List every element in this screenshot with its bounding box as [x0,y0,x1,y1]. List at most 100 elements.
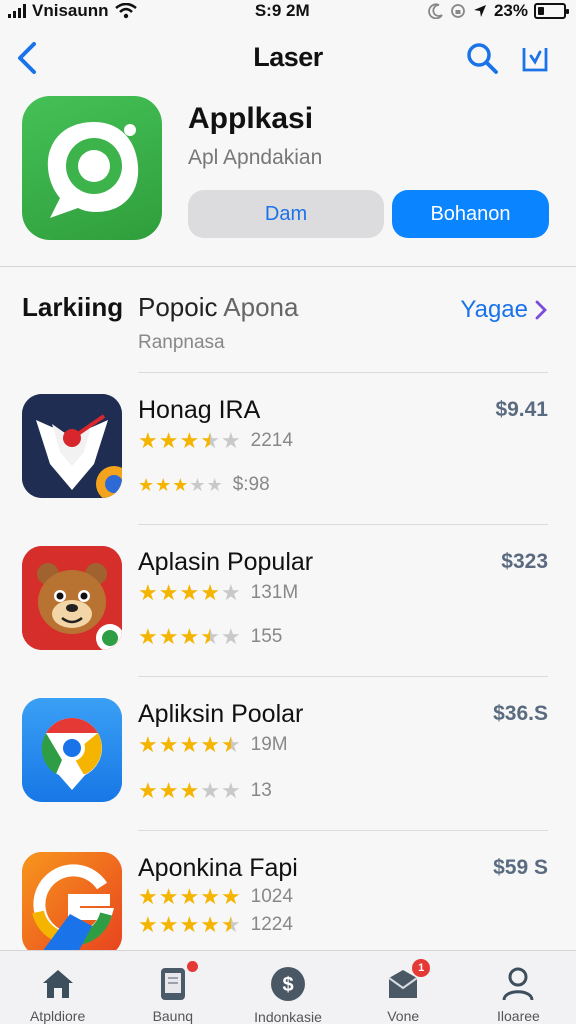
star-icon: ★ [158,778,179,803]
star-icon: ★ [179,884,200,909]
tab-label: Iloaree [497,1008,540,1024]
dollar-coin-icon: $ [269,965,307,1003]
see-all-link[interactable]: Yagae [460,296,548,324]
tab-label: Indonkasie [254,1009,322,1024]
star-icon: ★ [138,624,158,649]
wifi-icon [114,3,137,19]
rating-row: ★ ★ ★ ★ ★ 19M [138,734,288,756]
rating-count: $:98 [232,474,270,495]
battery-percent: 23% [493,1,528,20]
rating-count: 2214 [250,430,293,451]
star-icon: ★ [138,912,158,937]
star-icon: ★ [206,475,223,495]
star-icon: ★ [138,475,155,495]
home-icon [39,965,77,1002]
tab-bar: Atpldiore Baunq $ Indonkasie 1 Vone Iloa… [0,950,576,1024]
star-icon: ★ [200,884,220,909]
star-icon: ★ [179,778,200,803]
chevron-right-icon [535,300,547,320]
price-label: $36.S [493,702,548,725]
rating-row: ★ ★ ★ ★ ★ 131M [138,582,298,604]
star-icon: ★ [138,732,158,757]
clock: S:9 2M [254,1,310,20]
star-icon: ★ [138,580,158,605]
star-icon: ★ [220,580,241,605]
star-icon: ★ [179,428,200,453]
share-icon[interactable] [520,42,550,74]
star-icon: ★ [179,580,200,605]
tab-label: Baunq [152,1008,194,1024]
cellular-signal-icon [8,4,26,18]
star-icon: ★ [138,884,158,909]
star-icon: ★ [220,778,241,803]
row-divider [138,830,548,831]
header-divider [0,266,576,267]
section-header: Larkiing Popoic Apona Ranpnasa Yagae [0,280,576,372]
star-icon: ★ [200,912,220,937]
app-chat-icon [22,96,162,240]
star-icon: ★ [220,912,241,937]
star-icon: ★ [158,580,179,605]
star-icon: ★ [158,428,179,453]
star-icon: ★ [220,428,241,453]
star-icon: ★ [220,732,241,757]
rating-row: ★ ★ ★ ★ ★ 1224 [138,914,293,936]
row-divider [138,676,548,677]
star-icon: ★ [158,884,179,909]
section-title-muted: Apona [223,292,299,322]
rating-count: 13 [250,780,272,801]
svg-text:$: $ [282,974,293,996]
star-rating: ★ ★ ★ ★ ★ [138,734,241,756]
star-icon: ★ [179,912,200,937]
star-rating: ★ ★ ★ ★ ★ [138,582,241,604]
row-divider [138,372,548,373]
star-icon: ★ [200,778,220,803]
list-item[interactable]: Aplasin Popular $323 ★ ★ ★ ★ ★ 131M ★ ★ ★ ★ ★ 15… [0,524,576,676]
app-title: Apliksin Poolar [138,700,304,728]
star-icon: ★ [220,884,241,909]
rating-row: ★ ★ ★ ★ ★ $:98 [138,474,270,496]
star-icon: ★ [158,912,179,937]
star-icon: ★ [200,428,220,453]
shield-heart-icon [22,394,122,498]
tab-pay[interactable]: $ Indonkasie [230,951,345,1024]
price-label: $323 [501,550,548,573]
star-icon: ★ [200,624,220,649]
star-icon: ★ [155,475,172,495]
rating-count: 155 [250,626,283,647]
rating-count: 1024 [250,886,293,907]
secondary-action-button[interactable]: Dam [188,190,384,238]
rating-count: 19M [250,734,288,755]
app-title: Aplasin Popular [138,548,314,576]
list-item[interactable]: Honag IRA $9.41 ★ ★ ★ ★ ★ 2214 ★ ★ ★ ★ ★ $:98 [0,372,576,524]
app-name: Applkasi [188,102,314,135]
status-bar: Vnisaunn S:9 2M 23% [0,0,576,22]
tab-label: Atpldiore [29,1008,86,1024]
tab-apps[interactable]: Baunq [115,951,230,1024]
star-icon: ★ [158,624,179,649]
star-rating: ★ ★ ★ ★ ★ [138,914,241,936]
tab-home[interactable]: Atpldiore [0,951,115,1024]
google-g-icon [22,852,122,956]
chrome-icon [22,698,122,802]
tab-label: Vone [387,1008,420,1024]
tab-inbox[interactable]: 1 Vone [346,951,461,1024]
price-label: $9.41 [495,398,548,421]
star-icon: ★ [172,475,189,495]
get-button[interactable]: Bohanon [392,190,549,238]
tab-profile[interactable]: Iloaree [461,951,576,1024]
star-icon: ★ [179,732,200,757]
star-icon: ★ [220,624,241,649]
star-icon: ★ [189,475,206,495]
search-icon[interactable] [464,40,500,76]
star-rating: ★ ★ ★ ★ ★ [138,474,223,496]
list-item[interactable]: Apliksin Poolar $36.S ★ ★ ★ ★ ★ 19M ★ ★ ★ ★ ★ 13 [0,676,576,828]
star-rating: ★ ★ ★ ★ ★ [138,626,241,648]
rating-row: ★ ★ ★ ★ ★ 13 [138,780,272,802]
star-icon: ★ [138,778,158,803]
notification-badge: 1 [412,959,431,977]
star-icon: ★ [200,580,220,605]
location-arrow-icon [473,5,486,17]
app-title: Honag IRA [138,396,261,424]
app-header: Applkasi Apl Apndakian Dam Bohanon [0,92,576,266]
